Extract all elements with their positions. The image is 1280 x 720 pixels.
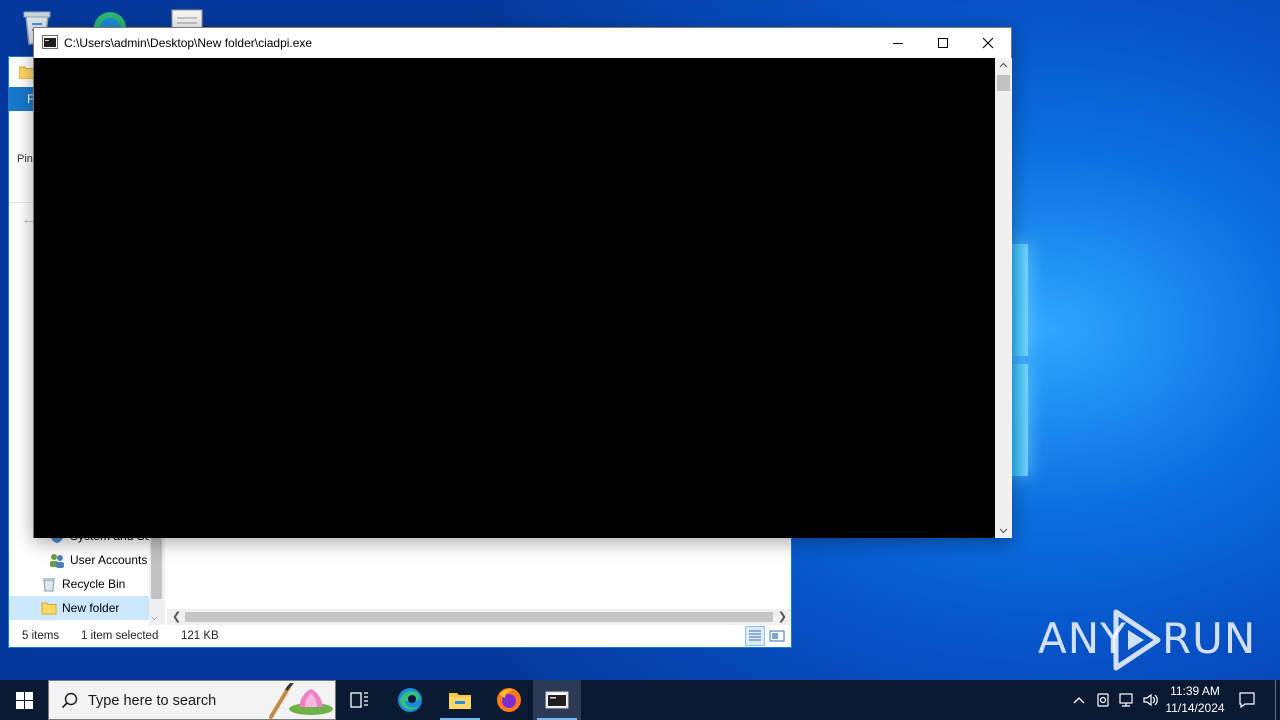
folder-icon [41, 602, 57, 615]
nav-item-label: Recycle Bin [62, 577, 126, 591]
details-view-icon [749, 630, 761, 641]
minimize-icon [893, 43, 903, 44]
volume-button[interactable] [1140, 680, 1162, 720]
notification-center-button[interactable] [1232, 680, 1262, 720]
play-logo-icon [1113, 609, 1161, 671]
edge-icon [398, 688, 422, 712]
nav-item-label: User Accounts [70, 553, 148, 567]
ribbon-pin-label[interactable]: Pin [17, 153, 33, 165]
selection-count: 1 item selected [81, 630, 159, 642]
taskbar-file-explorer-button[interactable] [436, 680, 484, 720]
show-hidden-icons-button[interactable] [1068, 680, 1090, 720]
start-button[interactable] [0, 680, 48, 720]
network-icon [1119, 693, 1133, 707]
pane-divider[interactable] [164, 527, 165, 625]
nav-item-new-folder[interactable]: New folder [9, 596, 149, 620]
firefox-icon [497, 688, 521, 712]
taskbar: Type here to search 11:39 AM 11/14/2024 [0, 680, 1280, 720]
notification-icon [1239, 692, 1255, 709]
item-count: 5 items [22, 630, 60, 642]
status-bar: 5 items 1 item selected 121 KB [9, 625, 791, 647]
search-icon [61, 692, 78, 709]
nav-item-recycle-bin[interactable]: Recycle Bin [9, 572, 149, 596]
console-vertical-scrollbar[interactable] [995, 58, 1012, 538]
scrollbar-thumb[interactable] [185, 612, 773, 622]
maximize-icon [938, 38, 948, 48]
taskbar-edge-button[interactable] [386, 680, 434, 720]
nav-item-user-accounts[interactable]: User Accounts [9, 548, 149, 572]
watermark-right-text: RUN [1162, 614, 1257, 663]
windows-start-icon [15, 691, 33, 709]
content-horizontal-scrollbar[interactable]: ❮ ❯ [167, 609, 791, 625]
chevron-up-icon [1073, 697, 1085, 704]
taskbar-search-box[interactable]: Type here to search [48, 680, 336, 720]
details-view-button[interactable] [745, 626, 765, 646]
show-desktop-button[interactable] [1275, 680, 1276, 720]
network-button[interactable] [1116, 680, 1138, 720]
maximize-button[interactable] [920, 28, 966, 58]
large-icons-view-icon [769, 630, 785, 642]
anyrun-watermark: ANY RUN [1038, 608, 1255, 674]
chevron-down-icon[interactable]: ⌵ [151, 612, 158, 623]
chevron-down-icon[interactable] [999, 526, 1008, 535]
search-highlight-lotus-icon [269, 683, 333, 719]
clock-time: 11:39 AM [1170, 684, 1220, 698]
navigation-scrollbar[interactable]: ⌵ [149, 527, 164, 625]
recycle-bin-icon [43, 578, 55, 592]
nav-item-label: New folder [62, 601, 120, 615]
tray-device-button[interactable] [1092, 680, 1114, 720]
task-view-button[interactable] [336, 680, 384, 720]
user-accounts-icon [50, 554, 64, 568]
chevron-right-icon[interactable]: ❯ [778, 610, 787, 623]
large-icons-view-button[interactable] [769, 628, 785, 644]
navigation-pane: System and Se User Accounts Recycle Bin … [9, 527, 149, 625]
clock-date: 11/14/2024 [1165, 701, 1225, 715]
chevron-up-icon[interactable] [999, 61, 1008, 70]
console-icon [545, 691, 569, 709]
chevron-left-icon[interactable]: ❮ [172, 610, 181, 623]
minimize-button[interactable] [875, 28, 921, 58]
console-output-area[interactable] [34, 58, 995, 538]
device-tray-icon [1097, 693, 1109, 707]
file-explorer-icon [449, 693, 471, 709]
selection-size: 121 KB [181, 630, 219, 642]
taskbar-clock[interactable]: 11:39 AM 11/14/2024 [1162, 683, 1228, 717]
console-titlebar[interactable]: C:\Users\admin\Desktop\New folder\ciadpi… [34, 28, 1011, 58]
task-view-icon [350, 692, 368, 708]
console-app-icon [42, 35, 58, 49]
close-icon [982, 37, 994, 49]
scrollbar-thumb[interactable] [997, 75, 1010, 91]
volume-icon [1143, 693, 1158, 707]
windows-wallpaper-logo [1012, 240, 1030, 480]
window-title: C:\Users\admin\Desktop\New folder\ciadpi… [64, 36, 313, 50]
search-placeholder: Type here to search [88, 693, 217, 709]
taskbar-console-button[interactable] [533, 680, 581, 720]
taskbar-firefox-button[interactable] [485, 680, 533, 720]
close-button[interactable] [965, 28, 1011, 58]
console-window[interactable]: C:\Users\admin\Desktop\New folder\ciadpi… [33, 27, 1012, 538]
